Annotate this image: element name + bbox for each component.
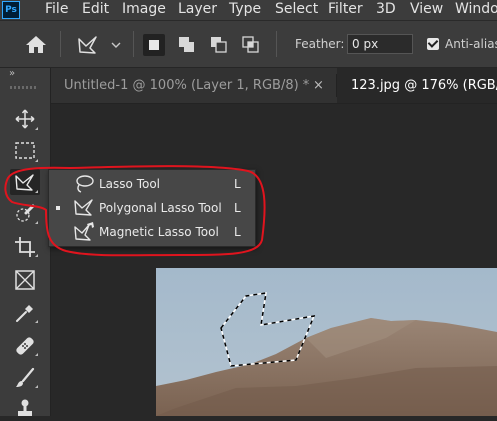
- menu-view[interactable]: View: [410, 0, 443, 20]
- tools-panel: »: [0, 68, 51, 416]
- menu-type[interactable]: Type: [229, 0, 261, 20]
- menu-bar: Ps File Edit Image Layer Type Select Fil…: [0, 0, 497, 21]
- frame-icon: [15, 270, 35, 290]
- feather-label: Feather:: [295, 37, 345, 51]
- anti-alias-checkbox[interactable]: [427, 38, 439, 50]
- menu-edit[interactable]: Edit: [82, 0, 109, 20]
- menu-item-lasso-tool[interactable]: Lasso Tool L: [49, 172, 255, 196]
- eyedropper-tool[interactable]: [10, 299, 40, 325]
- brush-icon: [16, 367, 35, 387]
- clone-stamp-icon: [18, 399, 32, 416]
- marquee-tool[interactable]: [10, 138, 40, 164]
- eyedropper-icon: [16, 305, 33, 322]
- feather-input[interactable]: [347, 34, 413, 54]
- spot-healing-icon: [16, 337, 34, 355]
- menu-item-shortcut: L: [234, 225, 241, 239]
- document-tab-bar: Untitled-1 @ 100% (Layer 1, RGB/8) * × 1…: [51, 68, 497, 104]
- tab-untitled-1[interactable]: Untitled-1 @ 100% (Layer 1, RGB/8) * ×: [51, 68, 336, 103]
- clone-stamp-tool[interactable]: [10, 395, 40, 421]
- tab-123-jpg[interactable]: 123.jpg @ 176% (RGB/: [337, 68, 497, 103]
- rectangular-marquee-icon: [15, 142, 35, 159]
- home-icon[interactable]: [25, 34, 47, 58]
- menu-3d[interactable]: 3D: [376, 0, 396, 20]
- move-icon: [15, 109, 35, 129]
- tab-title: Untitled-1 @ 100% (Layer 1, RGB/8) *: [64, 78, 310, 93]
- menu-file[interactable]: File: [45, 0, 68, 20]
- options-separator: [276, 31, 277, 57]
- lasso-tool-flyout-menu: Lasso Tool L Polygonal Lasso Tool L Magn…: [48, 169, 256, 247]
- anti-alias-label: Anti-alias: [445, 37, 497, 51]
- tab-title: 123.jpg @ 176% (RGB/: [351, 78, 497, 93]
- menu-item-magnetic-lasso-tool[interactable]: Magnetic Lasso Tool L: [49, 220, 255, 244]
- brush-tool[interactable]: [10, 364, 40, 390]
- tool-preset-picker[interactable]: [76, 33, 124, 61]
- crop-icon: [15, 237, 35, 257]
- menu-item-shortcut: L: [234, 177, 241, 191]
- menu-layer[interactable]: Layer: [178, 0, 217, 20]
- toolbar-collapse-button[interactable]: »: [9, 68, 15, 79]
- menu-image[interactable]: Image: [122, 0, 166, 20]
- options-separator: [133, 31, 134, 57]
- menu-select[interactable]: Select: [275, 0, 318, 20]
- frame-tool[interactable]: [10, 266, 40, 292]
- intersect-selection-button[interactable]: [240, 34, 262, 56]
- document-image[interactable]: [156, 268, 497, 416]
- menu-item-label: Lasso Tool: [99, 177, 161, 191]
- options-bar: Feather: Anti-alias: [0, 21, 497, 68]
- magnetic-lasso-icon: [73, 221, 95, 247]
- menu-item-label: Polygonal Lasso Tool: [99, 201, 222, 215]
- quick-selection-tool[interactable]: [10, 200, 40, 226]
- tab-close-icon[interactable]: ×: [313, 68, 324, 103]
- toolbar-grip[interactable]: [10, 86, 38, 89]
- selected-indicator: [56, 206, 60, 210]
- healing-brush-tool[interactable]: [10, 332, 40, 358]
- menu-item-shortcut: L: [234, 201, 241, 215]
- new-selection-button[interactable]: [143, 34, 165, 56]
- add-to-selection-button[interactable]: [176, 34, 198, 56]
- polygonal-lasso-icon: [15, 174, 34, 191]
- lasso-tool[interactable]: [10, 169, 40, 195]
- menu-filter[interactable]: Filter: [328, 0, 363, 20]
- subtract-from-selection-button[interactable]: [208, 34, 230, 56]
- menu-item-polygonal-lasso-tool[interactable]: Polygonal Lasso Tool L: [49, 196, 255, 220]
- menu-window[interactable]: Windo: [455, 0, 497, 20]
- crop-tool[interactable]: [10, 233, 40, 259]
- menu-item-label: Magnetic Lasso Tool: [99, 225, 219, 239]
- quick-selection-icon: [16, 204, 35, 222]
- move-tool[interactable]: [10, 106, 40, 132]
- options-separator: [60, 31, 61, 57]
- photoshop-logo[interactable]: Ps: [2, 1, 20, 19]
